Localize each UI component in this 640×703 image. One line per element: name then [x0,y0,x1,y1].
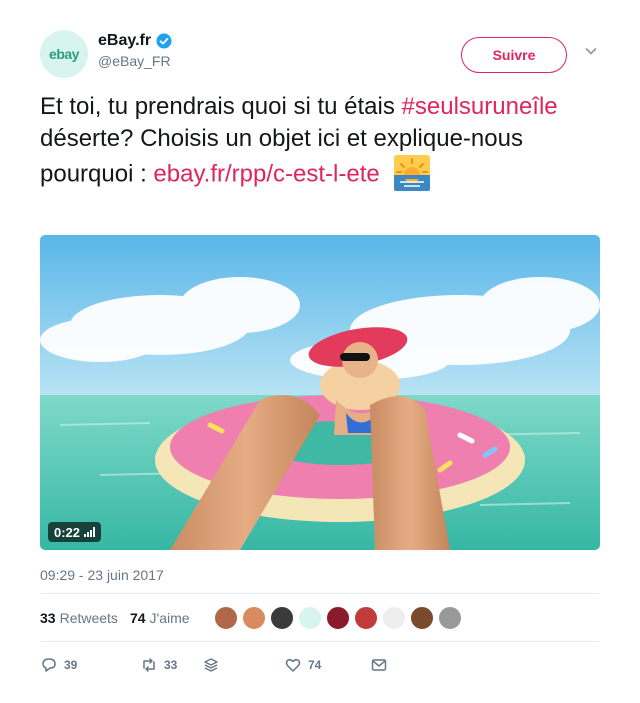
liker-avatar[interactable] [409,606,434,630]
liker-avatar[interactable] [353,606,378,630]
hashtag-link[interactable]: #seulsuruneîle [402,93,558,120]
layers-icon [204,658,218,672]
add-to-moment-button[interactable] [202,656,284,674]
liker-avatar[interactable] [269,606,294,630]
like-count: 74 [308,658,322,672]
liker-avatar[interactable] [241,606,266,630]
retweet-count: 33 [164,658,178,672]
tweet-text: Et toi, tu prendrais quoi si tu étais #s… [40,91,610,195]
avatar-logo-text: ebay [49,46,79,62]
display-name[interactable]: eBay.fr [98,32,151,50]
retweets-count: 33 [40,610,56,626]
account-name-block[interactable]: eBay.fr @eBay_FR [98,32,172,69]
likes-count: 74 [129,610,146,626]
like-button[interactable]: 74 [284,656,370,674]
likes-stat[interactable]: 74 J'aime [130,610,190,626]
liker-avatar[interactable] [381,606,406,630]
reply-icon [42,658,56,672]
liker-avatar[interactable] [297,606,322,630]
avatar[interactable]: ebay [40,30,88,78]
liker-avatar[interactable] [213,606,238,630]
url-link[interactable]: ebay.fr/rpp/c-est-l-ete [153,160,379,187]
tweet-card: ebay eBay.fr @eBay_FR Suivre Et toi, tu … [0,0,640,703]
divider [40,593,600,594]
tweet-text-intro: Et toi, tu prendrais quoi si tu étais [40,93,395,120]
tweet-timestamp[interactable]: 09:29 - 23 juin 2017 [40,567,164,583]
direct-message-button[interactable] [370,656,388,674]
liker-avatar[interactable] [437,606,462,630]
heart-icon [285,658,301,672]
video-duration: 0:22 [54,524,81,540]
account-handle[interactable]: @eBay_FR [98,53,172,69]
tweet-header: ebay eBay.fr @eBay_FR Suivre [40,30,620,80]
divider [40,641,600,642]
retweet-button[interactable]: 33 [140,656,202,674]
tweet-actions: 39 33 74 [40,655,388,675]
retweets-label: Retweets [59,610,118,626]
video-frame [40,235,600,550]
envelope-icon [371,659,387,671]
liker-avatars [213,606,462,630]
follow-button[interactable]: Suivre [461,37,567,73]
reply-count: 39 [64,658,78,672]
video-duration-badge: 0:22 [48,522,102,542]
display-name-row[interactable]: eBay.fr [98,32,172,50]
retweet-icon [143,658,155,672]
reply-button[interactable]: 39 [40,656,140,674]
chevron-down-icon[interactable] [584,44,598,58]
likes-label: J'aime [149,610,190,626]
video-player[interactable]: 0:22 [40,235,600,550]
verified-badge-icon [156,33,172,49]
retweets-stat[interactable]: 33 Retweets [40,610,118,626]
gif-signal-icon [84,527,96,537]
sunrise-emoji-icon [394,155,431,191]
tweet-stats: 33 Retweets 74 J'aime [40,603,462,633]
liker-avatar[interactable] [325,606,350,630]
